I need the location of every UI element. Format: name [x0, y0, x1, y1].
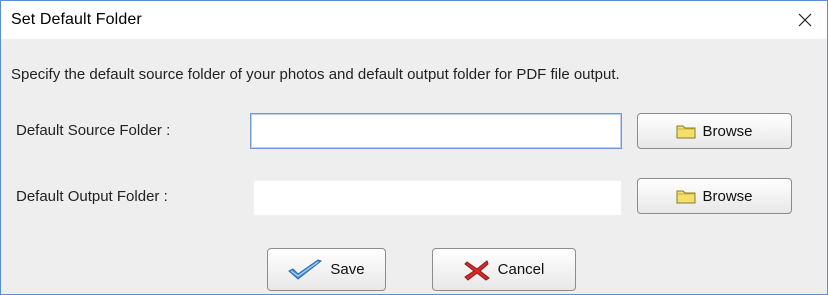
dialog-description: Specify the default source folder of you… — [11, 66, 620, 83]
browse-output-label: Browse — [702, 187, 753, 205]
save-button[interactable]: Save — [267, 248, 386, 291]
close-icon — [798, 13, 812, 27]
dialog-window: Set Default Folder Specify the default s… — [0, 0, 828, 295]
browse-output-button[interactable]: Browse — [637, 178, 792, 214]
title-bar[interactable]: Set Default Folder — [1, 1, 827, 39]
output-folder-label: Default Output Folder : — [16, 188, 168, 205]
source-folder-input[interactable] — [250, 113, 622, 149]
cancel-button[interactable]: Cancel — [432, 248, 576, 291]
browse-source-button[interactable]: Browse — [637, 113, 792, 149]
cross-icon — [463, 259, 490, 281]
cancel-label: Cancel — [497, 261, 545, 278]
folder-icon — [676, 188, 696, 204]
output-folder-input[interactable] — [253, 180, 622, 216]
close-button[interactable] — [783, 1, 827, 39]
save-label: Save — [330, 261, 365, 278]
window-title: Set Default Folder — [11, 11, 142, 28]
folder-icon — [676, 123, 696, 139]
dialog-content: Specify the default source folder of you… — [1, 39, 827, 294]
checkmark-icon — [288, 258, 323, 281]
browse-source-label: Browse — [702, 122, 753, 140]
source-folder-label: Default Source Folder : — [16, 122, 171, 139]
